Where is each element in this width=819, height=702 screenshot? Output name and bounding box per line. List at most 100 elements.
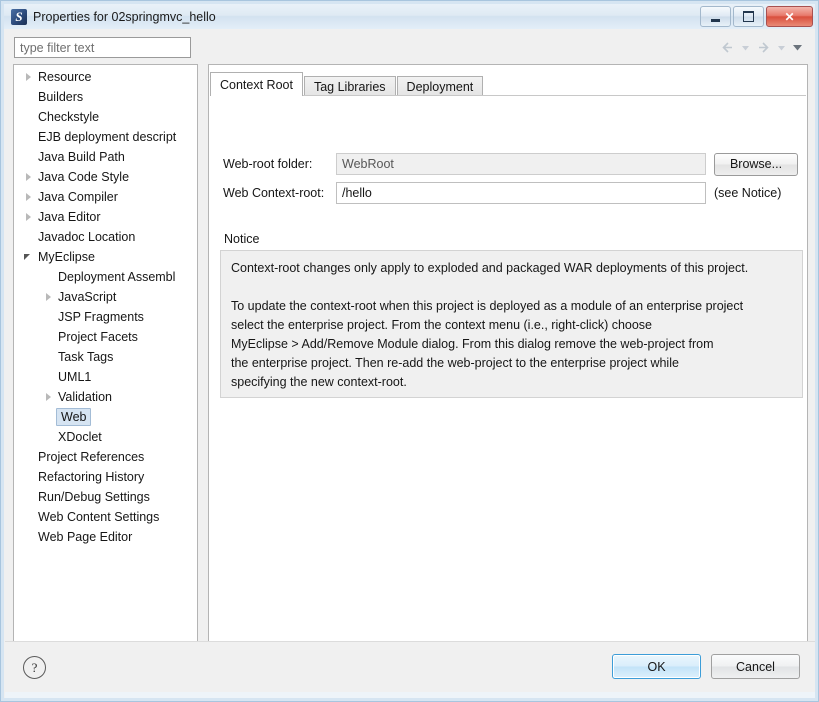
tree-item-label: JSP Fragments bbox=[58, 310, 144, 324]
tree-item[interactable]: XDoclet bbox=[14, 427, 197, 447]
footer-strip bbox=[5, 692, 816, 698]
ok-button[interactable]: OK bbox=[612, 654, 701, 679]
tree-item[interactable]: Project Facets bbox=[14, 327, 197, 347]
tab-tag-libraries[interactable]: Tag Libraries bbox=[303, 76, 396, 96]
settings-tree[interactable]: Resource Builders Checkstyle EJB deployment… bbox=[13, 64, 198, 661]
tree-item[interactable]: Java Compiler bbox=[14, 187, 197, 207]
chevron-right-icon[interactable] bbox=[22, 187, 38, 207]
tree-list: Resource Builders Checkstyle EJB deployment… bbox=[14, 67, 197, 547]
minimize-button[interactable] bbox=[700, 6, 731, 27]
tree-item-label: XDoclet bbox=[58, 430, 102, 444]
tree-item[interactable]: Checkstyle bbox=[14, 107, 197, 127]
forward-arrow-icon[interactable] bbox=[755, 39, 772, 56]
help-icon[interactable]: ? bbox=[23, 656, 46, 679]
webroot-input[interactable] bbox=[336, 153, 706, 175]
webroot-label: Web-root folder: bbox=[223, 157, 313, 171]
tree-item-label: Project Facets bbox=[58, 330, 138, 344]
view-menu-icon[interactable] bbox=[791, 39, 804, 56]
chevron-right-icon[interactable] bbox=[42, 287, 58, 307]
tree-item[interactable]: Resource bbox=[14, 67, 197, 87]
maximize-icon bbox=[734, 7, 763, 26]
chevron-right-icon[interactable] bbox=[22, 207, 38, 227]
chevron-right-icon[interactable] bbox=[22, 167, 38, 187]
tree-item[interactable]: MyEclipse bbox=[14, 247, 197, 267]
tree-item[interactable]: JSP Fragments bbox=[14, 307, 197, 327]
window-title: Properties for 02springmvc_hello bbox=[33, 9, 216, 24]
tree-item-label: Java Compiler bbox=[38, 190, 118, 204]
tree-item-label: Web Page Editor bbox=[38, 530, 133, 544]
tree-item[interactable]: Java Build Path bbox=[14, 147, 197, 167]
context-root-input[interactable] bbox=[336, 182, 706, 204]
filter-input[interactable] bbox=[14, 37, 191, 58]
tree-item-label: Deployment Assembl bbox=[58, 270, 176, 284]
tree-item[interactable]: EJB deployment descript bbox=[14, 127, 197, 147]
navigation-toolbar bbox=[719, 39, 804, 56]
context-root-label: Web Context-root: bbox=[223, 186, 325, 200]
tree-item-label: Refactoring History bbox=[38, 470, 145, 484]
tree-item[interactable]: Javadoc Location bbox=[14, 227, 197, 247]
chevron-right-icon[interactable] bbox=[42, 387, 58, 407]
close-icon: ✕ bbox=[784, 9, 795, 24]
tree-item-label: Web Content Settings bbox=[38, 510, 160, 524]
forward-dropdown-icon[interactable] bbox=[775, 39, 788, 56]
tree-item-label: Javadoc Location bbox=[38, 230, 136, 244]
notice-label: Notice bbox=[224, 232, 260, 246]
back-dropdown-icon[interactable] bbox=[739, 39, 752, 56]
tree-item-label: Java Code Style bbox=[38, 170, 130, 184]
tree-item-label: Resource bbox=[38, 70, 92, 84]
tree-item[interactable]: Builders bbox=[14, 87, 197, 107]
tree-item-label: Checkstyle bbox=[38, 110, 100, 124]
tree-item[interactable]: Validation bbox=[14, 387, 197, 407]
chevron-right-icon[interactable] bbox=[22, 67, 38, 87]
window-controls: ✕ bbox=[700, 6, 813, 27]
tree-item[interactable]: Java Code Style bbox=[14, 167, 197, 187]
tree-item[interactable]: UML1 bbox=[14, 367, 197, 387]
tree-item[interactable]: Web Content Settings bbox=[14, 507, 197, 527]
tab-deployment[interactable]: Deployment bbox=[396, 76, 484, 96]
browse-button[interactable]: Browse... bbox=[714, 152, 798, 176]
context-root-row: Web Context-root: (see Notice) bbox=[223, 182, 781, 204]
dialog-body: Resource Builders Checkstyle EJB deployment… bbox=[5, 29, 816, 661]
back-arrow-icon[interactable] bbox=[719, 39, 736, 56]
chevron-down-icon[interactable] bbox=[22, 247, 38, 267]
cancel-button[interactable]: Cancel bbox=[711, 654, 800, 679]
tab-context-root[interactable]: Context Root bbox=[210, 72, 303, 96]
minimize-icon bbox=[701, 7, 730, 26]
tree-item[interactable]: Task Tags bbox=[14, 347, 197, 367]
tree-item-label: Task Tags bbox=[58, 350, 114, 364]
tree-item[interactable]: Web Page Editor bbox=[14, 527, 197, 547]
tree-item-label: MyEclipse bbox=[38, 250, 95, 264]
tab-bar: Context Root Tag Libraries Deployment bbox=[210, 72, 806, 96]
context-root-note: (see Notice) bbox=[714, 186, 782, 200]
tree-item-label: Web bbox=[56, 408, 92, 426]
maximize-button[interactable] bbox=[733, 6, 764, 27]
close-button[interactable]: ✕ bbox=[766, 6, 813, 27]
tree-item-label: Java Build Path bbox=[38, 150, 125, 164]
tree-item[interactable]: Refactoring History bbox=[14, 467, 197, 487]
tree-item[interactable]: Java Editor bbox=[14, 207, 197, 227]
tree-item-label: UML1 bbox=[58, 370, 92, 384]
tree-item[interactable]: Deployment Assembl bbox=[14, 267, 197, 287]
tree-item[interactable]: Project References bbox=[14, 447, 197, 467]
tree-item-label: Project References bbox=[38, 450, 145, 464]
myeclipse-icon-glyph: S bbox=[15, 8, 23, 24]
title-bar[interactable]: S Properties for 02springmvc_hello ✕ bbox=[4, 4, 817, 29]
tree-item[interactable]: Run/Debug Settings bbox=[14, 487, 197, 507]
properties-dialog: S Properties for 02springmvc_hello ✕ typ… bbox=[0, 0, 819, 702]
tree-item-label: Builders bbox=[38, 90, 84, 104]
dialog-footer: ? OK Cancel bbox=[5, 641, 816, 697]
tree-item[interactable]: Web bbox=[14, 407, 197, 427]
tree-item[interactable]: JavaScript bbox=[14, 287, 197, 307]
